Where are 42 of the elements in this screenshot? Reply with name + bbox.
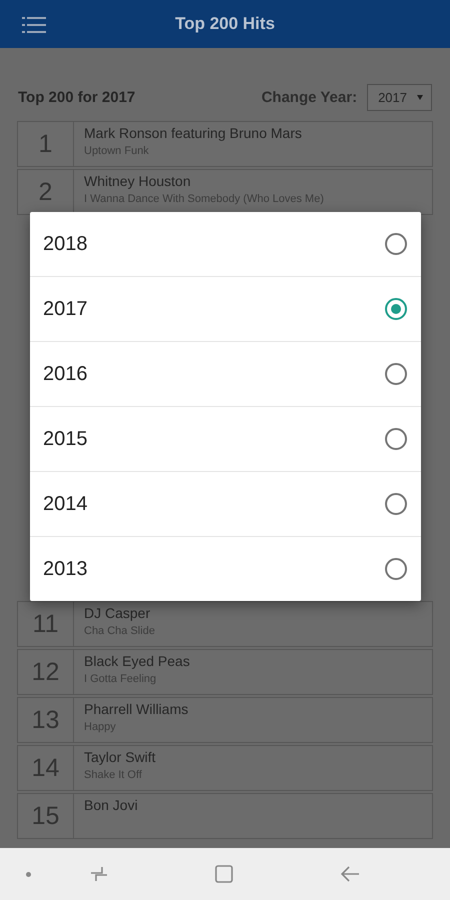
rank-number: 1 [18, 122, 74, 166]
year-option-label: 2014 [43, 492, 88, 516]
year-option[interactable]: 2016 [30, 341, 421, 406]
artist-name: Mark Ronson featuring Bruno Mars [84, 125, 302, 141]
recent-apps-icon[interactable] [89, 864, 109, 884]
menu-icon[interactable] [22, 17, 46, 33]
back-icon[interactable] [340, 864, 360, 884]
artist-name: Pharrell Williams [84, 701, 188, 717]
year-option-label: 2018 [43, 232, 88, 256]
radio-button[interactable] [385, 298, 407, 320]
year-dropdown[interactable]: 2017 [367, 84, 432, 111]
dot-icon[interactable] [26, 872, 31, 877]
year-option-label: 2017 [43, 298, 88, 320]
list-heading: Top 200 for 2017 [18, 89, 136, 106]
year-label: Change Year: [261, 89, 358, 106]
radio-button[interactable] [385, 558, 407, 580]
year-option-label: 2015 [43, 428, 88, 450]
radio-button[interactable] [385, 428, 407, 450]
rank-number: 12 [18, 650, 74, 694]
artist-name: Bon Jovi [84, 797, 138, 813]
artist-name: Whitney Houston [84, 173, 192, 189]
rank-number: 15 [18, 794, 74, 838]
radio-button[interactable] [385, 233, 407, 255]
rank-number: 14 [18, 746, 74, 790]
rank-number: 13 [18, 698, 74, 742]
artist-name: DJ Casper [84, 605, 152, 621]
app-title: Top 200 Hits [174, 14, 276, 34]
year-option[interactable]: 2014 [30, 471, 421, 536]
caret-icon [417, 95, 423, 100]
home-icon[interactable] [214, 864, 234, 884]
year-option[interactable]: 2015 [30, 406, 421, 471]
radio-button[interactable] [385, 493, 407, 515]
song-row[interactable]: 15 Bon Jovi [17, 793, 433, 839]
artist-name: Black Eyed Peas [84, 653, 190, 669]
year-option[interactable]: 2017 [30, 276, 421, 341]
year-option[interactable]: 2013 [30, 536, 421, 601]
artist-name: Taylor Swift [84, 749, 156, 765]
rank-number: 11 [18, 602, 74, 646]
year-option[interactable]: 2018 [30, 212, 421, 276]
year-option-label: 2016 [43, 362, 88, 386]
year-option-label: 2013 [43, 558, 88, 580]
radio-button[interactable] [385, 363, 407, 385]
